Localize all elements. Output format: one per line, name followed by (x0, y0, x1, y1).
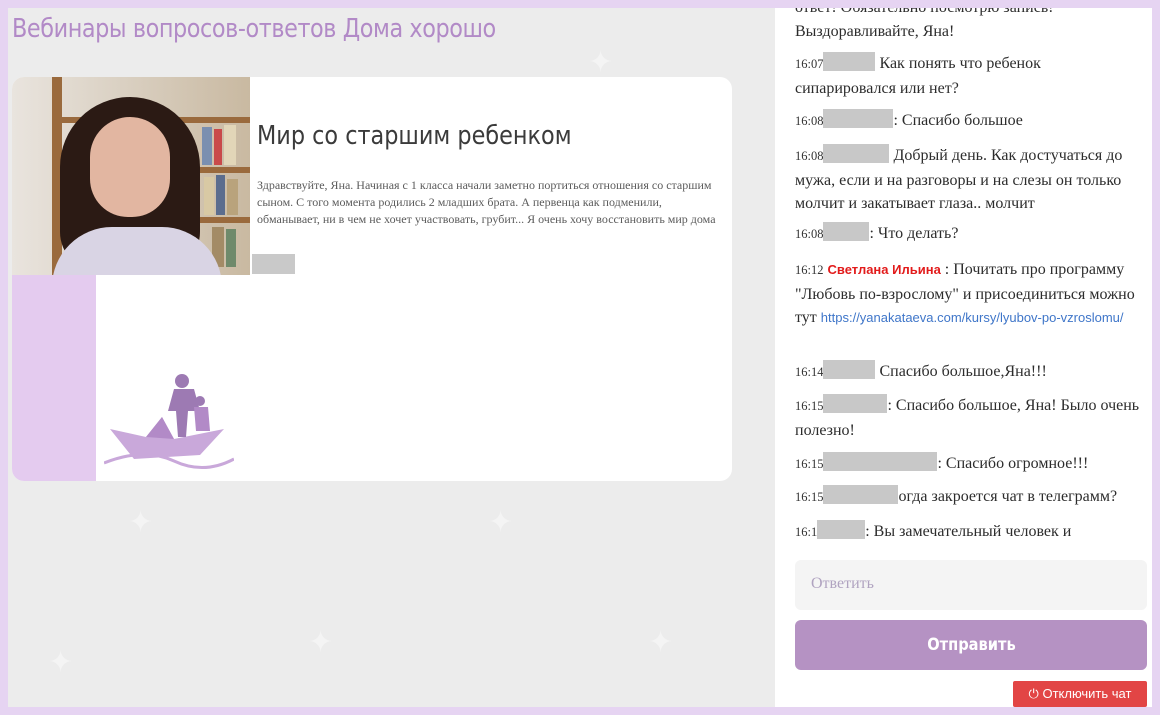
chat-message: 16:08: Спасибо большое (795, 109, 1143, 134)
star-decoration: ✦ (488, 505, 514, 540)
redacted-username (823, 360, 876, 379)
speaker-face (90, 117, 170, 217)
slide-heading: Мир со старшим ребенком (257, 121, 572, 151)
power-icon: ⏻ (1028, 686, 1039, 701)
chat-author[interactable]: Светлана Ильина (827, 262, 940, 277)
video-player[interactable]: Мир со старшим ребенком Здравствуйте, Ян… (12, 77, 732, 481)
reply-input[interactable]: Ответить (795, 560, 1147, 610)
chat-panel: ответ! Обязательно посмотрю запись! Вызд… (775, 8, 1152, 707)
redacted-username (823, 222, 870, 241)
page-frame: ✦ ✦ ✦ ✦ ✦ ✦ Вебинары вопросов-ответов До… (8, 8, 1152, 707)
redacted-username (823, 144, 890, 163)
chat-message: ответ! Обязательно посмотрю запись! Вызд… (795, 8, 1053, 40)
chat-message: 16:1: Вы замечательный человек и (795, 520, 1143, 539)
chat-link[interactable]: https://yanakataeva.com/kursy/lyubov-po-… (821, 310, 1124, 325)
star-decoration: ✦ (128, 505, 154, 540)
chat-messages[interactable]: ответ! Обязательно посмотрю запись! Вызд… (775, 8, 1152, 539)
boat-logo-icon (104, 374, 234, 470)
chat-message: 16:07 Как понять что ребенок сипарировал… (795, 52, 1143, 100)
slide-decor-strip (12, 275, 96, 481)
chat-message: 16:15 огда закроется чат в телеграмм? (795, 485, 1143, 510)
redacted-username (823, 109, 894, 128)
redacted-username (823, 52, 876, 71)
star-decoration: ✦ (308, 625, 334, 660)
chat-message: 16:08 Добрый день. Как достучаться до му… (795, 144, 1143, 216)
star-decoration: ✦ (588, 45, 614, 80)
redacted-username (823, 485, 899, 504)
webcam-feed (12, 77, 250, 275)
redacted-name (252, 254, 295, 274)
send-button[interactable]: Отправить (795, 620, 1147, 670)
star-decoration: ✦ (648, 625, 674, 660)
chat-message: 16:08: Что делать? (795, 222, 1143, 247)
chat-message: 16:14 Спасибо большое,Яна!!! (795, 360, 1143, 385)
redacted-username (817, 520, 866, 539)
disable-chat-button[interactable]: ⏻ Отключить чат (1013, 681, 1147, 707)
redacted-username (823, 394, 888, 413)
chat-message: 16:15: Спасибо огромное!!! (795, 452, 1143, 477)
page-title: Вебинары вопросов-ответов Дома хорошо (12, 14, 496, 44)
chat-message: 16:12 Светлана Ильина : Почитать про про… (795, 261, 1135, 326)
redacted-username (823, 452, 938, 471)
star-decoration: ✦ (48, 645, 74, 680)
slide-question-text: Здравствуйте, Яна. Начиная с 1 класса на… (257, 178, 716, 226)
chat-message: 16:15: Спасибо большое, Яна! Было очень … (795, 394, 1143, 442)
